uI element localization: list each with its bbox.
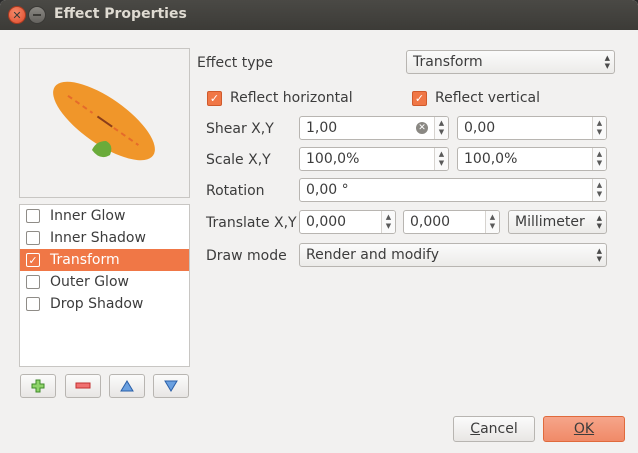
reflect-vertical-checkbox[interactable]: ✓ Reflect vertical [412,90,540,106]
draw-mode-select[interactable]: Render and modify ▲ ▼ [299,243,607,267]
effect-type-value: Transform [413,54,483,70]
shear-y-value: 0,00 [464,120,496,136]
drop-shadow-checkbox[interactable] [26,297,40,311]
draw-mode-label: Draw mode [206,248,287,264]
arrow-up-icon [120,380,134,392]
list-item-label: Transform [50,252,120,268]
updown-arrows-icon: ▲ ▼ [596,214,602,230]
reflect-horizontal-checkbox[interactable]: ✓ Reflect horizontal [207,90,353,106]
inner-shadow-checkbox[interactable] [26,231,40,245]
list-item-label: Inner Glow [50,208,126,224]
ok-button[interactable]: OK [543,416,625,442]
shear-y-spinbox[interactable]: 0,00 ▲ ▼ [457,116,607,140]
outer-glow-checkbox[interactable] [26,275,40,289]
translate-y-spinbox[interactable]: 0,000 ▲ ▼ [403,210,500,234]
cancel-mnemonic: C [470,421,481,437]
shear-label: Shear X,Y [206,121,274,137]
translate-label: Translate X,Y [206,215,297,231]
scale-label: Scale X,Y [206,152,271,168]
translate-y-value: 0,000 [410,214,451,230]
rotation-label: Rotation [206,183,265,199]
spin-arrows-icon[interactable]: ▲ ▼ [592,117,606,139]
preview-symbol-image [53,81,155,161]
remove-effect-button[interactable] [65,374,101,398]
spin-arrows-icon[interactable]: ▲ ▼ [485,211,499,233]
translate-unit-select[interactable]: Millimeter ▲ ▼ [508,210,607,234]
draw-mode-value: Render and modify [306,247,440,263]
scale-y-value: 100,0% [464,151,518,167]
list-item-label: Drop Shadow [50,296,144,312]
arrow-down-icon [164,380,178,392]
effect-type-label: Effect type [197,55,274,71]
list-item-transform[interactable]: ✓ Transform [20,249,189,271]
list-item-label: Inner Shadow [50,230,146,246]
updown-arrows-icon: ▲ ▼ [604,54,610,70]
minus-icon [75,382,91,389]
spin-arrows-icon[interactable]: ▲ ▼ [381,211,395,233]
reflect-horizontal-label: Reflect horizontal [230,90,353,106]
cancel-button[interactable]: Cancel [453,416,535,442]
scale-y-spinbox[interactable]: 100,0% ▲ ▼ [457,147,607,171]
translate-x-spinbox[interactable]: 0,000 ▲ ▼ [299,210,396,234]
plus-icon [31,379,45,393]
add-effect-button[interactable] [20,374,56,398]
check-icon: ✓ [207,90,222,106]
minimize-window-button[interactable] [28,6,46,24]
list-item-outer-glow[interactable]: Outer Glow [20,271,189,293]
close-window-button[interactable]: ✕ [8,6,26,24]
close-icon: ✕ [12,8,22,22]
spin-arrows-icon[interactable]: ▲ ▼ [592,148,606,170]
ok-mnemonic: O [573,421,585,437]
list-item-label: Outer Glow [50,274,129,290]
spin-arrows-icon[interactable]: ▲ ▼ [592,179,606,201]
clear-icon[interactable]: ✕ [416,122,428,134]
spin-arrows-icon[interactable]: ▲ ▼ [434,117,448,139]
translate-x-value: 0,000 [306,214,347,230]
rotation-spinbox[interactable]: 0,00 ° ▲ ▼ [299,178,607,202]
reflect-vertical-label: Reflect vertical [435,90,540,106]
rotation-value: 0,00 ° [306,182,349,198]
list-item-drop-shadow[interactable]: Drop Shadow [20,293,189,315]
updown-arrows-icon: ▲ ▼ [596,247,602,263]
shear-x-spinbox[interactable]: 1,00 ✕ ▲ ▼ [299,116,449,140]
scale-x-spinbox[interactable]: 100,0% ▲ ▼ [299,147,449,171]
titlebar: ✕ Effect Properties [0,0,638,30]
list-item-inner-glow[interactable]: Inner Glow [20,205,189,227]
minimize-icon [33,14,41,16]
translate-unit-value: Millimeter [515,214,585,230]
window-title: Effect Properties [54,6,187,22]
check-icon: ✓ [412,90,427,106]
effect-preview [19,48,190,198]
effect-type-select[interactable]: Transform ▲ ▼ [406,50,615,74]
spin-arrows-icon[interactable]: ▲ ▼ [434,148,448,170]
transform-checkbox[interactable]: ✓ [26,253,40,267]
shear-x-value: 1,00 [306,120,338,136]
list-item-inner-shadow[interactable]: Inner Shadow [20,227,189,249]
move-down-button[interactable] [153,374,189,398]
inner-glow-checkbox[interactable] [26,209,40,223]
effect-properties-dialog: ✕ Effect Properties Inner Glow Inner Sha… [0,0,638,453]
ok-label-rest: K [584,421,595,437]
move-up-button[interactable] [109,374,145,398]
effects-list: Inner Glow Inner Shadow ✓ Transform Oute… [19,204,190,367]
cancel-label-rest: ancel [480,421,518,437]
scale-x-value: 100,0% [306,151,360,167]
